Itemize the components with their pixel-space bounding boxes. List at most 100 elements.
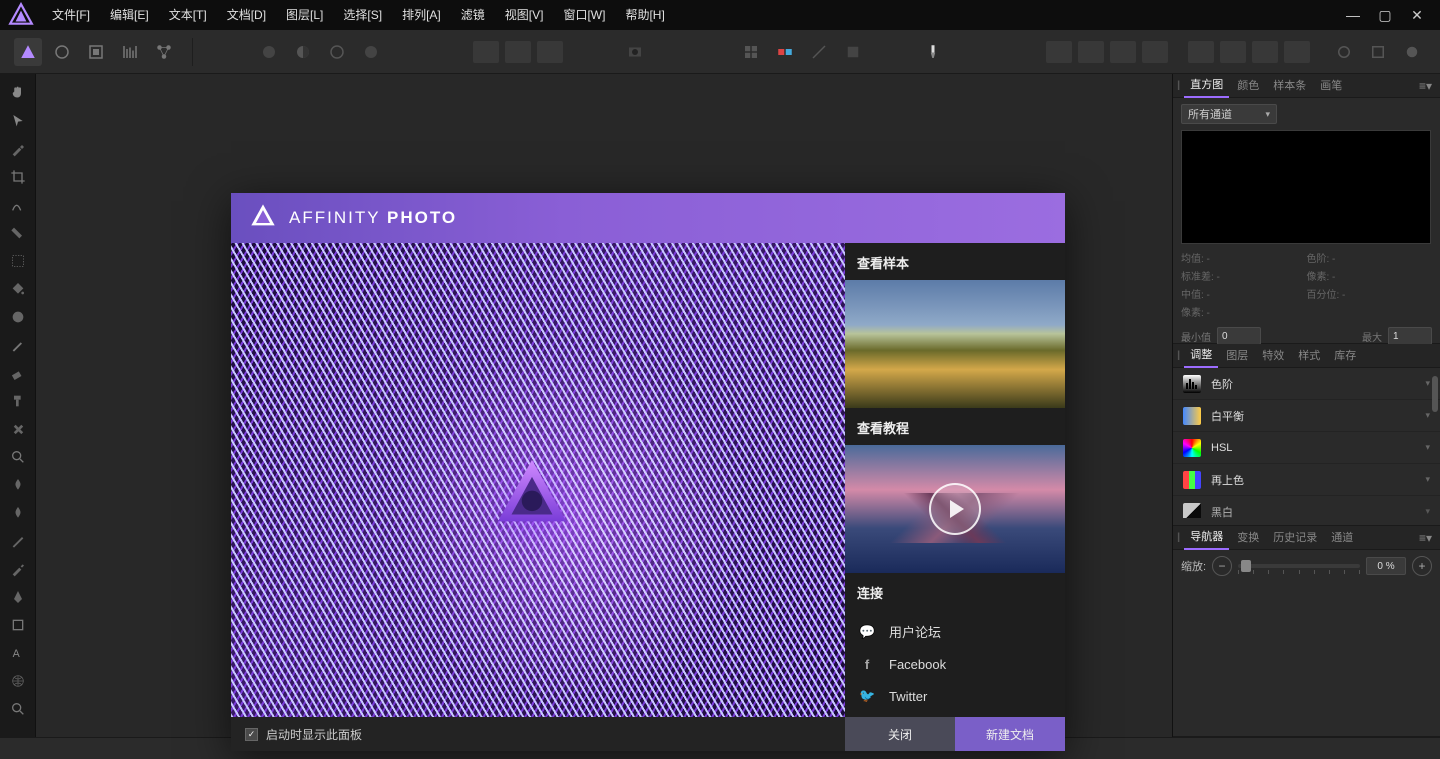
toolbar-circle3-icon[interactable] bbox=[357, 38, 385, 66]
menu-arrange[interactable]: 排列[A] bbox=[392, 0, 451, 30]
toolbar-mask-icon[interactable] bbox=[621, 38, 649, 66]
adjust-item-recolor[interactable]: 再上色 ▾ bbox=[1173, 464, 1440, 496]
menu-window[interactable]: 窗口[W] bbox=[553, 0, 615, 30]
tool-gradient-icon[interactable] bbox=[4, 304, 32, 330]
tab-navigator[interactable]: 导航器 bbox=[1184, 526, 1229, 550]
tool-retouch-icon[interactable] bbox=[4, 556, 32, 582]
welcome-close-button[interactable]: 关闭 bbox=[845, 717, 955, 751]
menu-document[interactable]: 文档[D] bbox=[217, 0, 276, 30]
adjust-scrollbar[interactable] bbox=[1432, 372, 1438, 512]
tab-transform[interactable]: 变换 bbox=[1231, 527, 1265, 549]
tool-heal-icon[interactable] bbox=[4, 416, 32, 442]
menu-filters[interactable]: 滤镜 bbox=[451, 0, 495, 30]
tool-flood-icon[interactable] bbox=[4, 220, 32, 246]
tool-burn-icon[interactable] bbox=[4, 472, 32, 498]
toolbar-shape3-icon[interactable] bbox=[1398, 38, 1426, 66]
menu-layer[interactable]: 图层[L] bbox=[276, 0, 333, 30]
tab-fx[interactable]: 特效 bbox=[1256, 345, 1290, 367]
tool-colorpick-icon[interactable] bbox=[4, 136, 32, 162]
play-icon[interactable] bbox=[929, 483, 981, 535]
hist-min-input[interactable]: 0 bbox=[1217, 327, 1261, 345]
menu-help[interactable]: 帮助[H] bbox=[615, 0, 674, 30]
hist-max-input[interactable]: 1 bbox=[1388, 327, 1432, 345]
toolbar-arrange3-button[interactable] bbox=[1110, 41, 1136, 63]
adjust-item-wb[interactable]: 白平衡 ▾ bbox=[1173, 400, 1440, 432]
tool-brush-select-icon[interactable] bbox=[4, 192, 32, 218]
adjust-item-levels[interactable]: 色阶 ▾ bbox=[1173, 368, 1440, 400]
window-minimize-button[interactable]: ― bbox=[1338, 4, 1368, 26]
persona-export-icon[interactable] bbox=[150, 38, 178, 66]
tool-dodge-icon[interactable] bbox=[4, 444, 32, 470]
tool-shape-icon[interactable] bbox=[4, 612, 32, 638]
window-maximize-button[interactable]: ▢ bbox=[1370, 4, 1400, 26]
zoom-value[interactable]: 0 % bbox=[1366, 557, 1406, 575]
tool-erase-icon[interactable] bbox=[4, 360, 32, 386]
tool-pen-icon[interactable] bbox=[4, 584, 32, 610]
tab-channels[interactable]: 通道 bbox=[1325, 527, 1359, 549]
toolbar-grid3-button[interactable] bbox=[537, 41, 563, 63]
toolbar-circle1-icon[interactable] bbox=[255, 38, 283, 66]
link-twitter[interactable]: 🐦 Twitter bbox=[845, 680, 1065, 712]
toolbar-arrange4-button[interactable] bbox=[1142, 41, 1168, 63]
toolbar-order4-button[interactable] bbox=[1284, 41, 1310, 63]
histogram-channel-select[interactable]: 所有通道 bbox=[1181, 104, 1277, 124]
toolbar-shape2-icon[interactable] bbox=[1364, 38, 1392, 66]
adjust-item-hsl[interactable]: HSL ▾ bbox=[1173, 432, 1440, 464]
menu-select[interactable]: 选择[S] bbox=[333, 0, 392, 30]
menu-edit[interactable]: 编辑[E] bbox=[100, 0, 159, 30]
welcome-sample-thumb[interactable] bbox=[845, 280, 1065, 408]
persona-liquify-icon[interactable] bbox=[48, 38, 76, 66]
panel-grip-icon[interactable]: || bbox=[1177, 80, 1178, 91]
tool-crop-icon[interactable] bbox=[4, 164, 32, 190]
toolbar-order2-button[interactable] bbox=[1220, 41, 1246, 63]
show-on-start-checkbox[interactable]: ✓ 启动时显示此面板 bbox=[231, 726, 845, 743]
persona-tone-icon[interactable] bbox=[116, 38, 144, 66]
persona-develop-icon[interactable] bbox=[82, 38, 110, 66]
tool-fill-icon[interactable] bbox=[4, 276, 32, 302]
toolbar-order1-button[interactable] bbox=[1188, 41, 1214, 63]
toolbar-swatch2-icon[interactable] bbox=[771, 38, 799, 66]
zoom-slider[interactable] bbox=[1238, 564, 1360, 568]
tool-move-icon[interactable] bbox=[4, 108, 32, 134]
toolbar-grid1-button[interactable] bbox=[473, 41, 499, 63]
tab-brushes[interactable]: 画笔 bbox=[1314, 75, 1348, 97]
welcome-tutorial-thumb[interactable] bbox=[845, 445, 1065, 573]
toolbar-arrange1-button[interactable] bbox=[1046, 41, 1072, 63]
menu-view[interactable]: 视图[V] bbox=[495, 0, 554, 30]
persona-photo-icon[interactable] bbox=[14, 38, 42, 66]
tool-blur-icon[interactable] bbox=[4, 500, 32, 526]
menu-file[interactable]: 文件[F] bbox=[42, 0, 100, 30]
toolbar-halfcircle-icon[interactable] bbox=[289, 38, 317, 66]
zoom-out-button[interactable]: − bbox=[1212, 556, 1232, 576]
zoom-in-button[interactable]: + bbox=[1412, 556, 1432, 576]
toolbar-torch-icon[interactable] bbox=[919, 38, 947, 66]
welcome-new-document-button[interactable]: 新建文档 bbox=[955, 717, 1065, 751]
toolbar-order3-button[interactable] bbox=[1252, 41, 1278, 63]
tool-clone-icon[interactable] bbox=[4, 388, 32, 414]
toolbar-swatch4-icon[interactable] bbox=[839, 38, 867, 66]
window-close-button[interactable]: ✕ bbox=[1402, 4, 1432, 26]
tab-color[interactable]: 颜色 bbox=[1231, 75, 1265, 97]
tab-swatches[interactable]: 样本条 bbox=[1267, 75, 1312, 97]
toolbar-circle2-icon[interactable] bbox=[323, 38, 351, 66]
panel-menu-icon[interactable]: ≡▾ bbox=[1415, 79, 1436, 93]
toolbar-swatch1-icon[interactable] bbox=[737, 38, 765, 66]
panel-grip-icon[interactable]: || bbox=[1177, 532, 1178, 543]
toolbar-swatch3-icon[interactable] bbox=[805, 38, 833, 66]
toolbar-grid2-button[interactable] bbox=[505, 41, 531, 63]
tab-adjust[interactable]: 调整 bbox=[1184, 344, 1218, 368]
tab-layers[interactable]: 图层 bbox=[1220, 345, 1254, 367]
toolbar-arrange2-button[interactable] bbox=[1078, 41, 1104, 63]
tool-brush-icon[interactable] bbox=[4, 332, 32, 358]
tool-hand-icon[interactable] bbox=[4, 80, 32, 106]
link-facebook[interactable]: f Facebook bbox=[845, 649, 1065, 680]
panel-grip-icon[interactable]: || bbox=[1177, 350, 1178, 361]
tab-histogram[interactable]: 直方图 bbox=[1184, 74, 1229, 98]
tool-text-icon[interactable]: A bbox=[4, 640, 32, 666]
tool-mesh-icon[interactable] bbox=[4, 668, 32, 694]
tool-zoom-icon[interactable] bbox=[4, 696, 32, 722]
tab-styles[interactable]: 样式 bbox=[1292, 345, 1326, 367]
toolbar-shape1-icon[interactable] bbox=[1330, 38, 1358, 66]
tool-marquee-icon[interactable] bbox=[4, 248, 32, 274]
menu-text[interactable]: 文本[T] bbox=[159, 0, 217, 30]
